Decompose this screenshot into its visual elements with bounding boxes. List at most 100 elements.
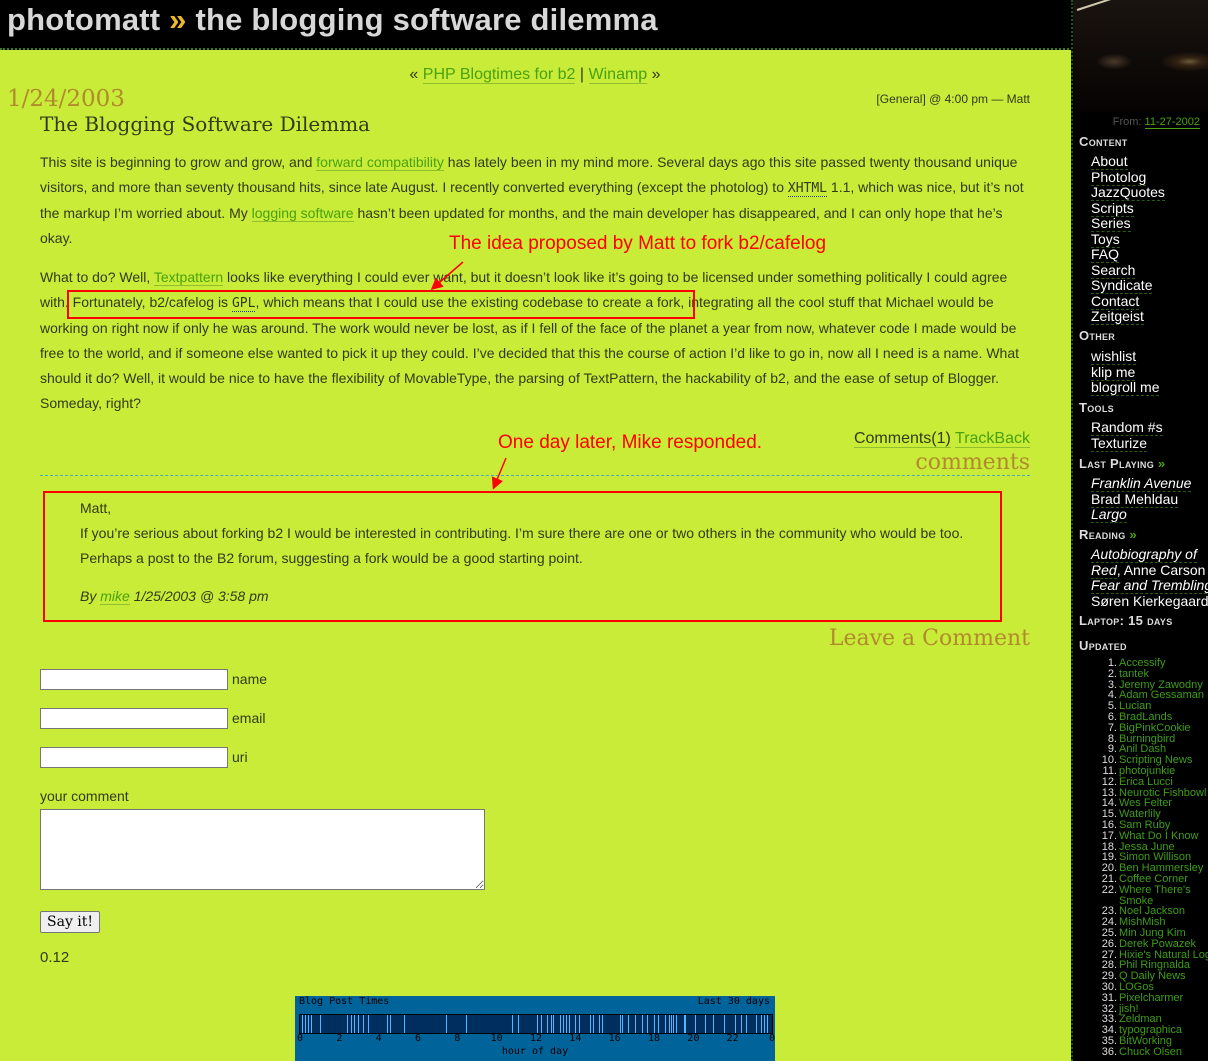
xhtml-abbr: XHTML: [787, 181, 828, 197]
post-time-mark: [647, 1015, 649, 1033]
trackback-link[interactable]: TrackBack: [955, 430, 1030, 448]
sidebar-item-zeitgeist[interactable]: Zeitgeist: [1091, 308, 1144, 325]
post-paragraph-2: What to do? Well, Textpattern looks like…: [40, 269, 1020, 411]
post-time-mark: [590, 1015, 592, 1033]
artist-name[interactable]: Brad Mehldau: [1091, 490, 1179, 508]
post-time-mark: [536, 1015, 538, 1033]
post-time-mark: [367, 1015, 369, 1033]
sidebar-item-blogroll-me[interactable]: blogroll me: [1091, 379, 1160, 396]
post-title: The Blogging Software Dilemma: [40, 112, 371, 136]
sidebar-item-contact[interactable]: Contact: [1091, 292, 1140, 310]
updated-item-link[interactable]: BigPinkCookie: [1119, 722, 1191, 734]
post-time-mark: [672, 1015, 674, 1033]
email-input[interactable]: [40, 708, 228, 729]
post-time-mark: [619, 1015, 621, 1033]
other-list: wishlist klip me blogroll me: [1091, 348, 1160, 396]
book-title[interactable]: Fear and Trembling: [1091, 577, 1208, 594]
sidebar-item-about[interactable]: About: [1091, 153, 1128, 170]
updated-item-link[interactable]: What Do I Know: [1119, 830, 1198, 842]
photo-date-link[interactable]: 11-27-2002: [1144, 116, 1200, 129]
sidebar-item-scripts[interactable]: Scripts: [1091, 199, 1134, 217]
sidebar-item-photolog[interactable]: Photolog: [1091, 168, 1147, 186]
sidebar-item-texturize[interactable]: Texturize: [1091, 434, 1148, 452]
sidebar-item-wishlist[interactable]: wishlist: [1091, 348, 1137, 365]
updated-item-link[interactable]: tantek: [1119, 668, 1149, 680]
forward-compatibility-link[interactable]: forward compatibility: [316, 154, 444, 171]
other-heading: Other: [1079, 328, 1116, 343]
track-name[interactable]: Franklin Avenue: [1091, 475, 1192, 492]
updated-item: 12. Erica Lucci: [1073, 775, 1208, 788]
submit-comment-button[interactable]: Say it!: [40, 911, 101, 933]
updated-item-number: 2.: [1107, 667, 1117, 680]
comment-textarea[interactable]: [40, 809, 485, 890]
comment-timestamp: 1/25/2003 @ 3:58 pm: [133, 588, 269, 604]
hour-tick-label: 10: [490, 1033, 503, 1044]
post-time-mark: [654, 1015, 655, 1033]
book-title[interactable]: Autobiography of: [1091, 546, 1197, 563]
last-playing-more-link[interactable]: »: [1158, 456, 1166, 471]
post-time-mark: [566, 1015, 568, 1033]
post-time-mark: [685, 1015, 687, 1033]
updated-item-link[interactable]: Derek Powazek: [1119, 938, 1196, 950]
chart-strip: [299, 1014, 773, 1034]
hour-tick-label: 22: [726, 1033, 739, 1044]
post-time-mark: [593, 1015, 595, 1033]
sidebar-item-search[interactable]: Search: [1091, 261, 1136, 279]
sidebar-item-toys[interactable]: Toys: [1091, 230, 1120, 248]
updated-item-link[interactable]: Pixelcharmer: [1119, 992, 1183, 1004]
next-marker: »: [651, 66, 661, 83]
updated-item: 17. What Do I Know: [1073, 830, 1208, 842]
post-time-mark: [552, 1015, 554, 1033]
content-heading: Content: [1079, 134, 1128, 149]
reading-more-link[interactable]: »: [1129, 527, 1137, 542]
comments-link[interactable]: Comments(1): [853, 430, 951, 448]
sidebar-item-syndicate[interactable]: Syndicate: [1091, 277, 1153, 294]
updated-item-number: 12.: [1101, 775, 1117, 788]
comment-author-link[interactable]: mike: [100, 588, 130, 605]
post-time-mark: [756, 1015, 758, 1033]
post-time-mark: [642, 1015, 644, 1033]
sidebar-item-random-s[interactable]: Random #s: [1091, 419, 1163, 436]
sidebar-item-jazzquotes[interactable]: JazzQuotes: [1091, 184, 1165, 201]
last-playing-heading: Last Playing »: [1079, 456, 1166, 471]
logging-software-link[interactable]: logging software: [251, 205, 354, 222]
uri-input[interactable]: [40, 747, 228, 768]
album-name[interactable]: Largo: [1091, 506, 1127, 523]
hour-tick-label: 6: [414, 1033, 422, 1044]
post-footer-links: Comments(1) TrackBack: [853, 430, 1030, 448]
annotation-fork-idea: The idea proposed by Matt to fork b2/caf…: [449, 233, 827, 254]
arrow-mike-response: [491, 457, 507, 490]
updated-item-link[interactable]: Where There's Smoke: [1119, 884, 1199, 907]
version-text: 0.12: [40, 949, 70, 966]
textpattern-link[interactable]: Textpattern: [153, 269, 224, 286]
photolog-image[interactable]: [1073, 0, 1208, 112]
updated-item-link[interactable]: Chuck Olsen: [1119, 1046, 1182, 1058]
book-title-cont[interactable]: Red: [1091, 561, 1117, 579]
post-time-mark: [668, 1015, 670, 1033]
post-time-mark: [347, 1015, 349, 1033]
sidebar-item-series[interactable]: Series: [1091, 215, 1131, 232]
hour-tick-label: 2: [336, 1033, 343, 1044]
post-time-mark: [657, 1015, 659, 1033]
comments-heading: comments: [915, 450, 1030, 475]
site-name[interactable]: photomatt: [7, 2, 160, 37]
last-playing-list: Franklin Avenue Brad Mehldau Largo: [1091, 475, 1192, 523]
name-input[interactable]: [40, 669, 228, 690]
sidebar-item-faq[interactable]: FAQ: [1091, 246, 1120, 263]
uri-label: uri: [232, 749, 248, 765]
post-time-mark: [621, 1015, 623, 1033]
book-author: , Anne Carson: [1116, 561, 1206, 578]
sidebar-item-klip-me[interactable]: klip me: [1091, 363, 1136, 381]
updated-heading: Updated: [1079, 638, 1127, 653]
prev-post-link[interactable]: PHP Blogtimes for b2: [422, 66, 576, 84]
prev-marker: «: [409, 66, 419, 83]
post-time-mark: [767, 1015, 769, 1033]
nav-divider: |: [579, 66, 585, 83]
content-list: About Photolog JazzQuotes Scripts Series Toys…: [1091, 153, 1165, 325]
next-post-link[interactable]: Winamp: [588, 66, 648, 84]
post-time-mark: [386, 1015, 388, 1033]
updated-item-link[interactable]: Erica Lucci: [1119, 776, 1173, 788]
post-time-mark: [628, 1015, 630, 1033]
post-time-mark: [404, 1015, 406, 1033]
updated-item: 2. tantek: [1073, 667, 1208, 680]
